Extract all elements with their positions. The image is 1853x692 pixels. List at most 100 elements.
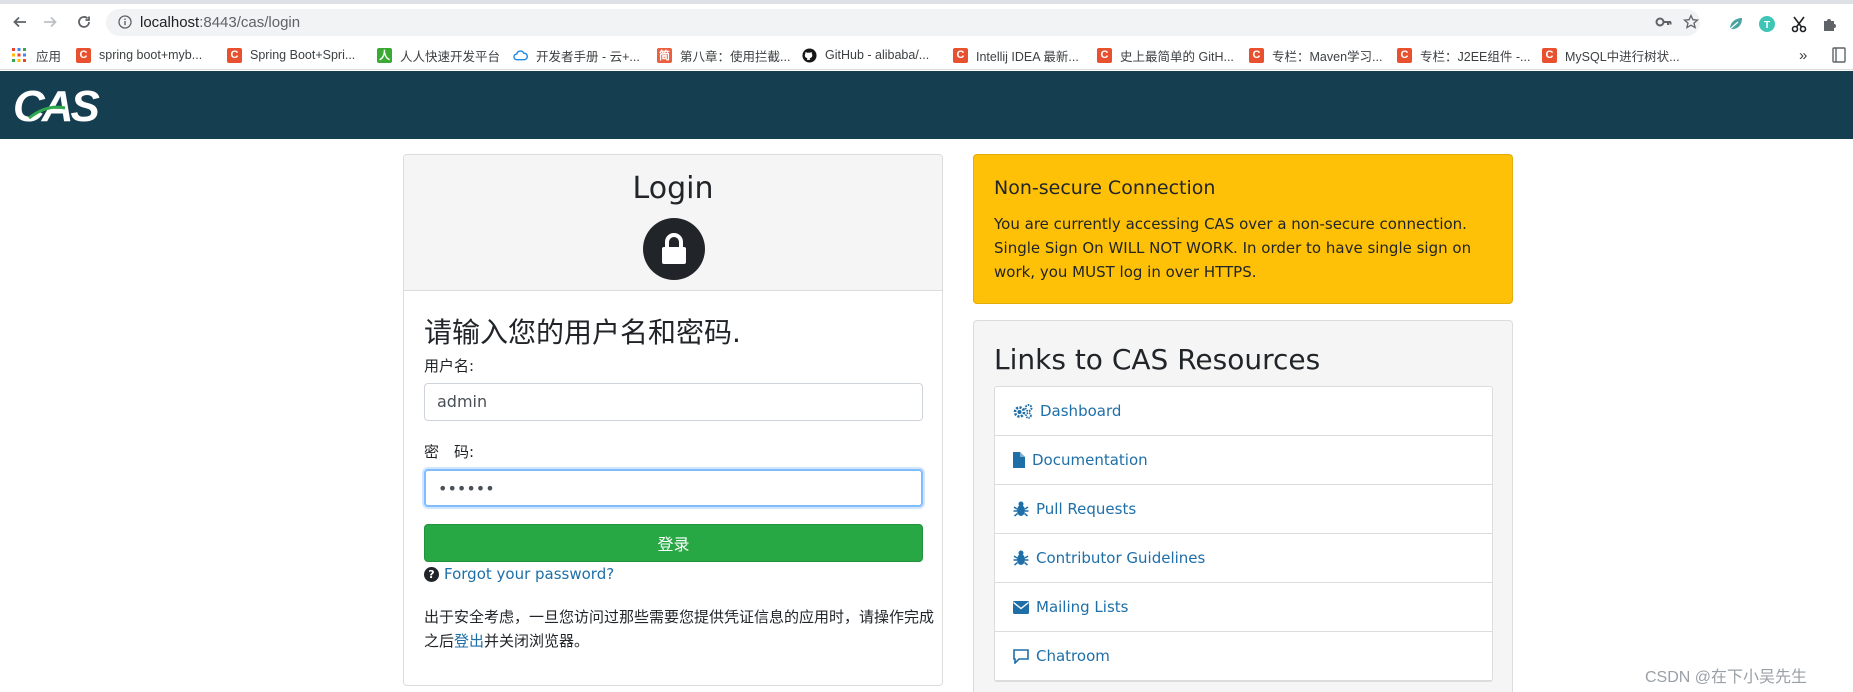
- envelope-icon: [1013, 600, 1029, 614]
- resources-title: Links to CAS Resources: [994, 343, 1321, 376]
- reload-button[interactable]: [70, 8, 98, 36]
- resource-link-contributor-guidelines[interactable]: Contributor Guidelines: [995, 534, 1492, 583]
- bookmark-item[interactable]: C MySQL中进行树状...: [1542, 46, 1680, 64]
- bookmark-item[interactable]: C 史上最简单的 GitH...: [1097, 46, 1234, 64]
- file-icon: [1013, 452, 1025, 468]
- question-circle-icon: ?: [424, 566, 439, 582]
- scissors-icon: [1791, 16, 1807, 33]
- github-icon: [802, 47, 817, 63]
- password-input[interactable]: ••••••: [424, 469, 923, 507]
- bookmark-item[interactable]: C Spring Boot+Spri...: [227, 46, 355, 64]
- resource-link-chatroom[interactable]: Chatroom: [995, 632, 1492, 681]
- extension-2[interactable]: T: [1757, 14, 1777, 34]
- translate-icon: T: [1759, 16, 1775, 32]
- csdn-icon: C: [953, 47, 968, 63]
- gears-icon: [1013, 404, 1033, 419]
- jianshu-icon: 简: [657, 47, 672, 63]
- warning-title: Non-secure Connection: [994, 177, 1216, 199]
- resource-label: Mailing Lists: [1036, 598, 1129, 616]
- bookmarks-overflow-button[interactable]: »: [1799, 46, 1807, 64]
- resource-label: Chatroom: [1036, 647, 1110, 665]
- back-button[interactable]: [6, 8, 34, 36]
- warning-body: You are currently accessing CAS over a n…: [994, 215, 1472, 281]
- login-submit-button[interactable]: 登录: [424, 524, 923, 562]
- resource-label: Pull Requests: [1036, 500, 1137, 518]
- cas-resources-card: Links to CAS Resources Dashboard Documen…: [973, 320, 1513, 692]
- username-label: 用户名:: [424, 357, 475, 375]
- url-text: localhost:8443/cas/login: [140, 14, 300, 31]
- arrow-left-icon: [13, 16, 26, 28]
- forgot-password-link[interactable]: ? Forgot your password?: [424, 565, 614, 583]
- leaf-icon: [1729, 18, 1742, 30]
- bookmark-label: 第八章：使用拦截...: [680, 49, 791, 64]
- reading-list-button[interactable]: [1832, 46, 1846, 64]
- bookmarks-bar: 应用 Cspring boot+myb... C Spring Boot+Spri…: [0, 40, 1853, 70]
- bookmark-item[interactable]: C 专栏：J2EE组件 -...: [1397, 46, 1530, 64]
- arrow-right-icon: [44, 16, 57, 28]
- bookmark-item[interactable]: Cspring boot+myb...: [76, 46, 202, 64]
- chevron-double-right-icon: »: [1799, 46, 1808, 64]
- bookmark-label: 专栏：J2EE组件 -...: [1420, 49, 1531, 64]
- bookmark-apps[interactable]: 应用: [12, 46, 61, 64]
- csdn-icon: C: [1097, 47, 1112, 63]
- login-card: Login 请输入您的用户名和密码. 用户名: admin 密 码: •••••…: [403, 154, 943, 686]
- bug-icon: [1013, 550, 1029, 566]
- forgot-password-label: Forgot your password?: [444, 565, 615, 583]
- bookmark-label: 应用: [36, 49, 62, 64]
- extensions-button[interactable]: [1820, 14, 1840, 34]
- csdn-icon: C: [1542, 47, 1557, 63]
- puzzle-icon: [1824, 19, 1836, 31]
- bookmark-item[interactable]: GitHub - alibaba/...: [802, 46, 929, 64]
- notice-text-after: 并关闭浏览器。: [484, 632, 590, 650]
- bug-icon: [1013, 501, 1029, 517]
- apps-grid-icon: [12, 48, 26, 62]
- url-host: localhost: [140, 14, 200, 31]
- resources-list: Dashboard Documentation Pull Requests Co…: [994, 386, 1493, 682]
- cas-logo[interactable]: CAS: [13, 82, 100, 132]
- comment-icon: [1013, 648, 1029, 664]
- url-path: :8443/cas/login: [199, 14, 301, 31]
- resource-label: Dashboard: [1040, 402, 1122, 420]
- csdn-icon: C: [76, 47, 91, 63]
- reload-icon: [78, 16, 90, 28]
- csdn-icon: C: [1397, 47, 1412, 63]
- address-bar[interactable]: localhost:8443/cas/login: [106, 9, 1700, 36]
- resource-link-documentation[interactable]: Documentation: [995, 436, 1492, 485]
- resource-link-pull-requests[interactable]: Pull Requests: [995, 485, 1492, 534]
- logo-swoosh: [28, 105, 66, 120]
- bookmark-label: MySQL中进行树状...: [1565, 49, 1680, 64]
- forward-button[interactable]: [36, 8, 64, 36]
- login-prompt: 请输入您的用户名和密码.: [424, 316, 741, 349]
- bookmark-label: 专栏：Maven学习...: [1272, 49, 1383, 64]
- resource-link-dashboard[interactable]: Dashboard: [995, 387, 1492, 436]
- bookmark-label: 开发者手册 - 云+...: [536, 49, 640, 64]
- bookmark-item[interactable]: 开发者手册 - 云+...: [513, 46, 640, 64]
- csdn-icon: C: [1249, 47, 1264, 63]
- svg-text:T: T: [1764, 20, 1770, 31]
- bookmark-item[interactable]: 人人人快速开发平台: [377, 46, 500, 64]
- logout-link[interactable]: 登出: [454, 632, 484, 650]
- extension-3[interactable]: [1789, 14, 1809, 34]
- reading-list-icon: [1832, 47, 1846, 63]
- bookmark-item[interactable]: C 专栏：Maven学习...: [1249, 46, 1382, 64]
- bookmark-item[interactable]: 简第八章：使用拦截...: [657, 46, 790, 64]
- extension-1[interactable]: [1726, 14, 1746, 34]
- bookmark-label: Spring Boot+Spri...: [250, 48, 356, 62]
- resource-label: Documentation: [1032, 451, 1148, 469]
- info-icon[interactable]: [118, 15, 132, 29]
- lock-icon: [643, 218, 705, 280]
- username-input[interactable]: admin: [424, 383, 923, 421]
- key-icon[interactable]: [1655, 15, 1673, 29]
- renren-icon: 人: [377, 47, 392, 63]
- password-label: 密 码:: [424, 443, 475, 461]
- resource-label: Contributor Guidelines: [1036, 549, 1206, 567]
- bookmark-label: GitHub - alibaba/...: [825, 48, 930, 62]
- non-secure-warning: Non-secure Connection You are currently …: [973, 154, 1513, 304]
- resource-link-mailing-lists[interactable]: Mailing Lists: [995, 583, 1492, 632]
- star-icon[interactable]: [1683, 14, 1699, 30]
- bookmark-item[interactable]: C Intellij IDEA 最新...: [953, 46, 1079, 64]
- csdn-icon: C: [227, 47, 242, 63]
- bookmark-label: spring boot+myb...: [99, 48, 203, 62]
- cloud-icon: [513, 49, 528, 60]
- csdn-watermark: CSDN @在下小吴先生: [1645, 669, 1808, 686]
